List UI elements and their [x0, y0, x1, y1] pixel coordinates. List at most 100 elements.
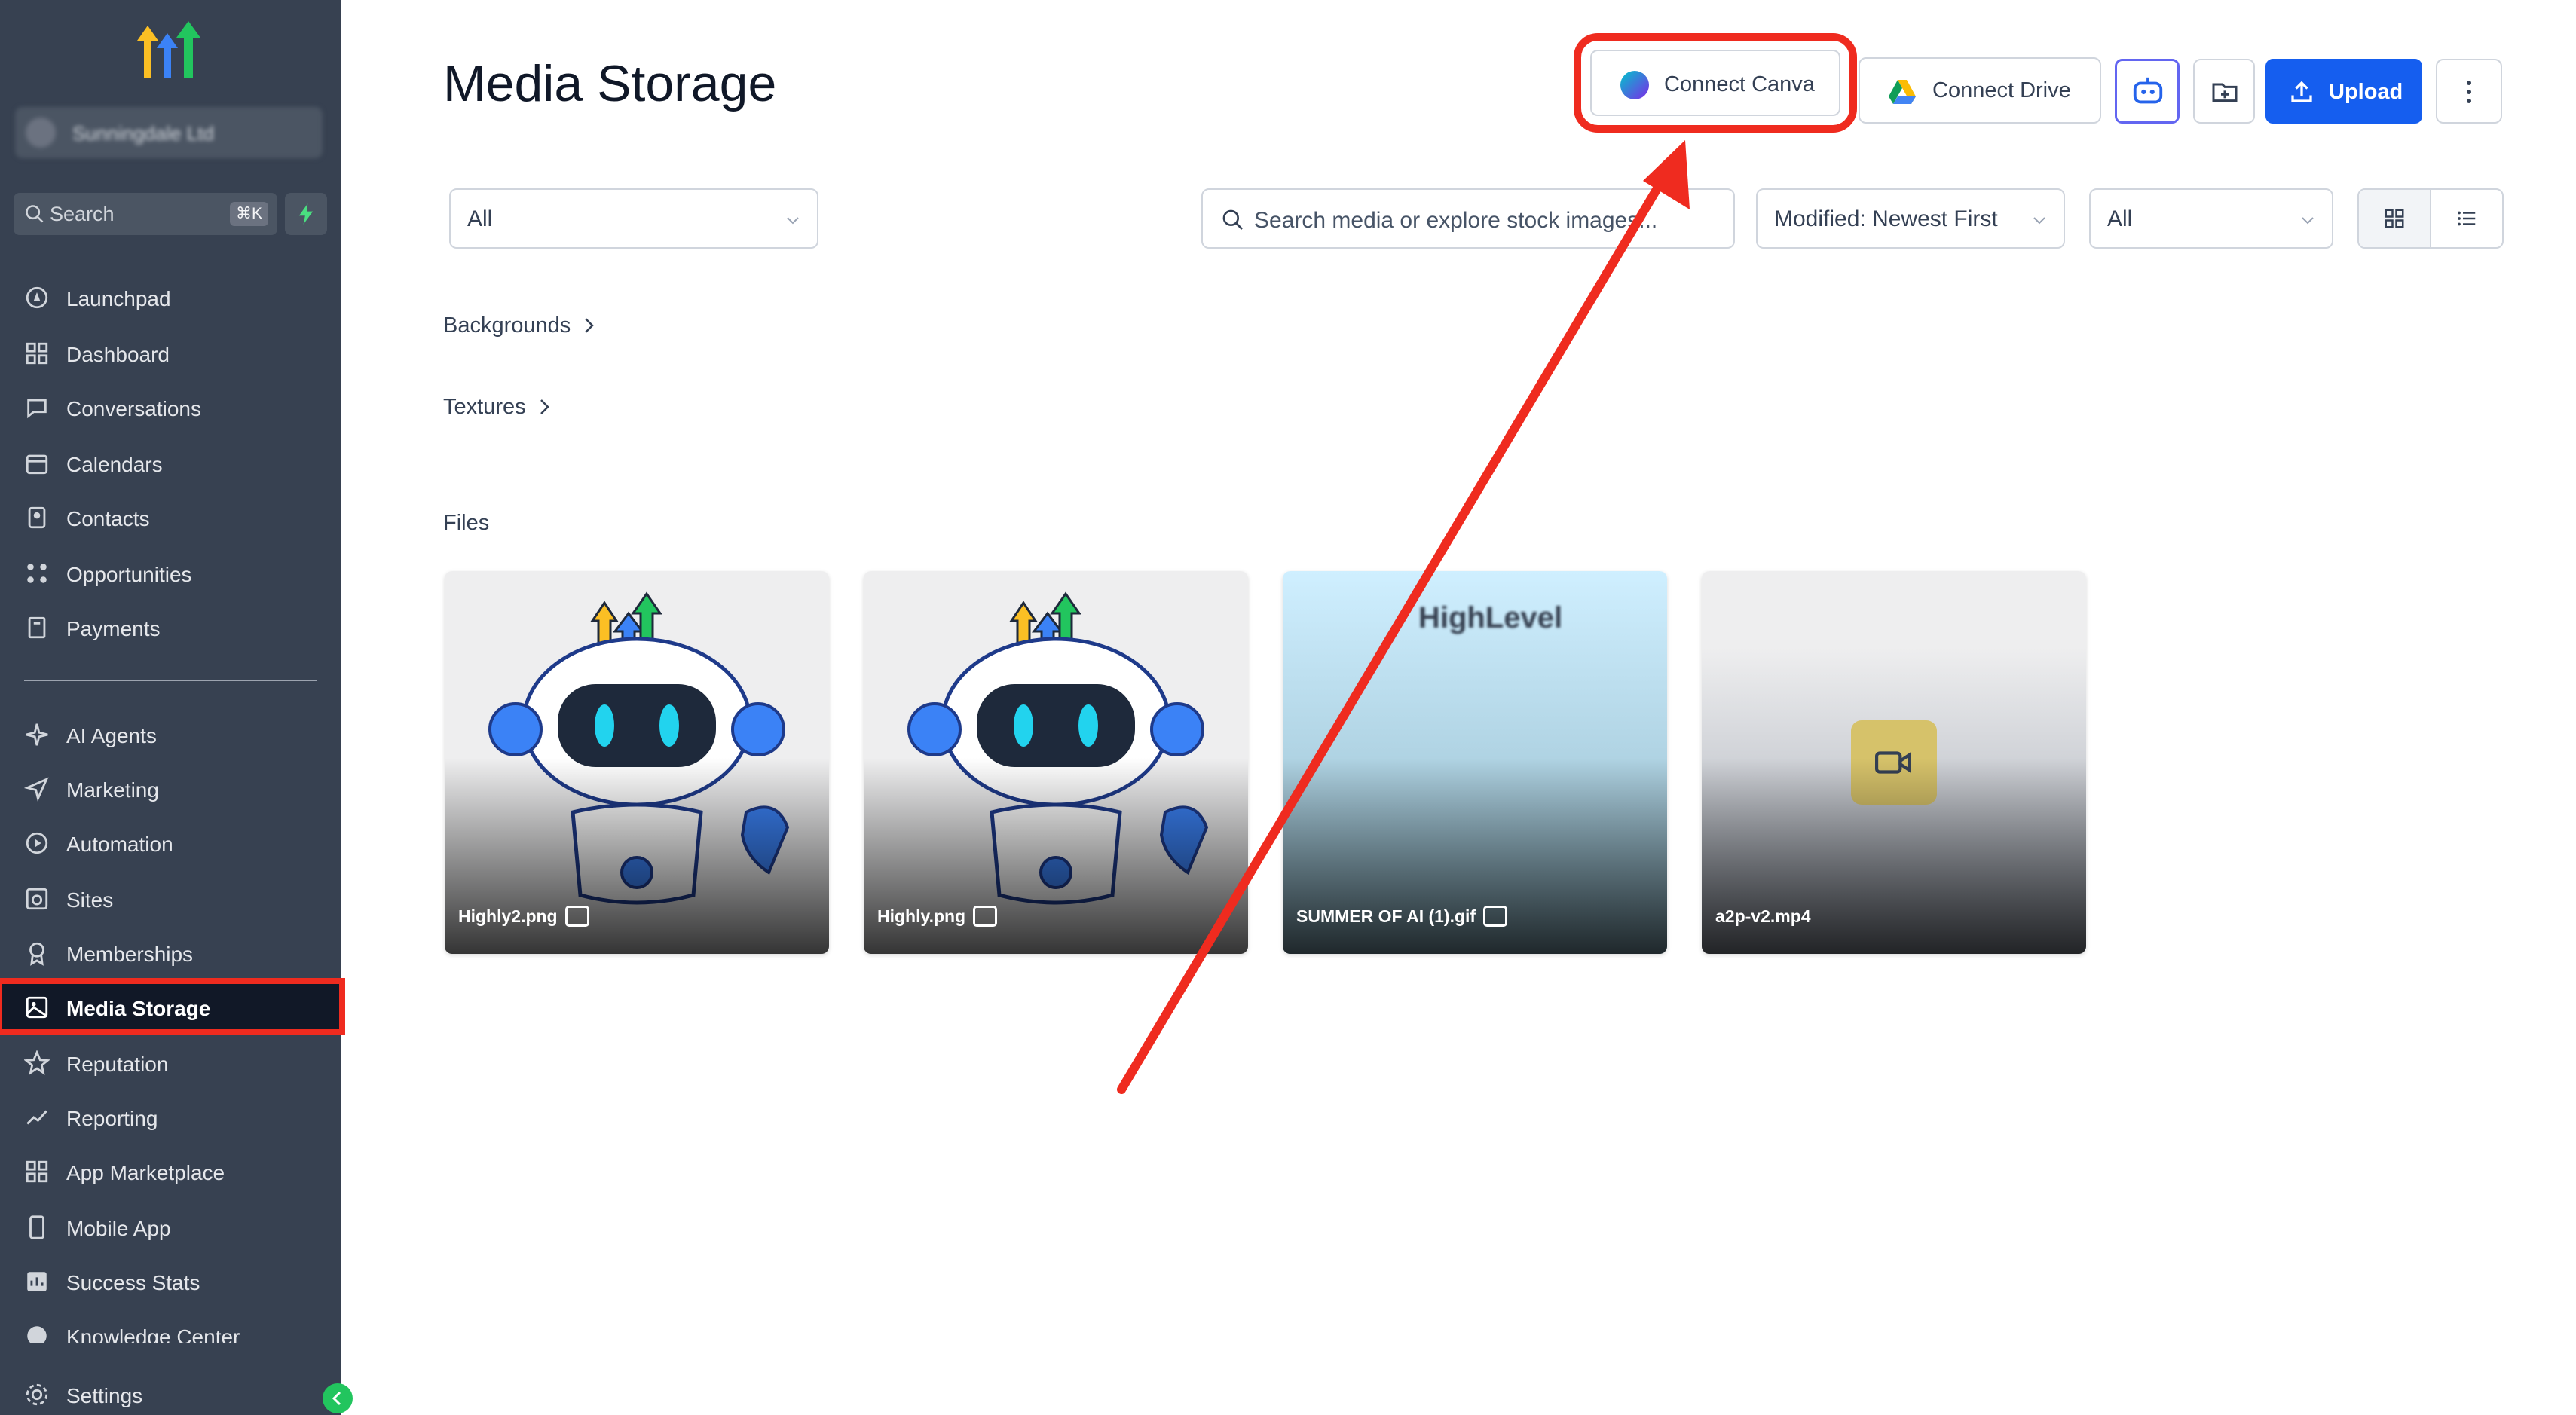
folder-label: Textures	[443, 395, 526, 419]
media-search-input[interactable]: Search media or explore stock images...	[1201, 188, 1735, 249]
kind-filter-value: All	[2107, 206, 2133, 231]
upload-icon	[2291, 81, 2312, 102]
file-card[interactable]: Highly.png	[864, 571, 1248, 954]
sidebar-item-app-marketplace[interactable]: App Marketplace	[0, 1147, 341, 1195]
sidebar-item-settings[interactable]: Settings	[0, 1370, 341, 1415]
sidebar-item-label: Reputation	[66, 1053, 169, 1076]
connect-drive-button[interactable]: Connect Drive	[1859, 57, 2101, 124]
kind-filter-select[interactable]: All	[2089, 188, 2333, 249]
sidebar-item-reputation[interactable]: Reputation	[0, 1038, 341, 1086]
sites-icon	[26, 888, 48, 910]
robot-icon	[2133, 77, 2163, 104]
more-options-button[interactable]	[2436, 59, 2502, 124]
sidebar-item-payments[interactable]: Payments	[0, 603, 341, 651]
sidebar-item-opportunities[interactable]: Opportunities	[0, 549, 341, 597]
gif-preview-text: HighLevel	[1418, 601, 1563, 634]
quick-actions-button[interactable]	[285, 193, 327, 235]
sidebar-item-label: Marketing	[66, 778, 159, 802]
search-icon	[26, 205, 44, 223]
sidebar-item-automation[interactable]: Automation	[0, 818, 341, 866]
sidebar-item-conversations[interactable]: Conversations	[0, 383, 341, 431]
sidebar-item-label: App Marketplace	[66, 1161, 225, 1184]
folder-label: Backgrounds	[443, 313, 571, 338]
search-label: Search	[50, 203, 115, 225]
connect-drive-label: Connect Drive	[1932, 78, 2071, 102]
sidebar-divider	[24, 680, 317, 681]
image-file-icon	[564, 906, 589, 927]
phone-icon	[29, 1215, 44, 1239]
list-icon	[2458, 211, 2476, 226]
files-heading: Files	[443, 511, 490, 535]
opportunities-icon	[27, 564, 47, 583]
file-name: a2p-v2.mp4	[1715, 906, 1811, 926]
file-name: Highly.png	[877, 906, 998, 927]
trend-icon	[26, 1110, 47, 1125]
payments-icon	[28, 616, 46, 639]
sidebar-item-label: Calendars	[66, 453, 163, 476]
file-card[interactable]: HighLevel SUMMER OF AI (1).gif	[1283, 571, 1667, 954]
logo[interactable]	[131, 18, 207, 84]
file-card[interactable]: a2p-v2.mp4	[1702, 571, 2086, 954]
sidebar-item-calendars[interactable]: Calendars	[0, 439, 341, 487]
gif-file-icon	[1483, 906, 1508, 927]
automation-icon	[26, 832, 48, 854]
file-card[interactable]: Highly2.png	[445, 571, 829, 954]
send-icon	[24, 777, 49, 802]
connect-canva-button[interactable]: Connect Canva	[1574, 33, 1857, 133]
chevron-down-icon	[2033, 217, 2045, 225]
search-shortcut: ⌘K	[229, 202, 268, 226]
sidebar-item-launchpad[interactable]: Launchpad	[0, 273, 341, 321]
sidebar-item-label: Opportunities	[66, 563, 192, 586]
sidebar-item-label: Knowledge Center	[66, 1325, 240, 1343]
new-folder-button[interactable]	[2193, 59, 2255, 124]
sidebar-item-label: Settings	[66, 1384, 143, 1407]
sidebar-item-sites[interactable]: Sites	[0, 874, 341, 922]
sidebar-item-label: Payments	[66, 617, 161, 640]
image-file-icon	[973, 906, 998, 927]
file-name: SUMMER OF AI (1).gif	[1296, 906, 1508, 927]
chevron-left-icon	[332, 1391, 341, 1406]
sort-select[interactable]: Modified: Newest First	[1756, 188, 2065, 249]
star-icon	[24, 1050, 50, 1075]
sidebar-item-media-storage[interactable]: Media Storage	[0, 978, 345, 1035]
sidebar-item-mobile-app[interactable]: Mobile App	[0, 1203, 341, 1251]
sidebar-item-ai-agents[interactable]: AI Agents	[0, 710, 341, 758]
sort-value: Modified: Newest First	[1774, 206, 1998, 231]
file-name: Highly2.png	[458, 906, 589, 927]
chevron-right-icon	[585, 318, 595, 333]
canva-icon	[1620, 71, 1649, 99]
collapse-sidebar-button[interactable]	[323, 1383, 353, 1413]
list-view-button[interactable]	[2431, 190, 2502, 247]
sidebar-item-knowledge-center[interactable]: Knowledge Center	[0, 1311, 341, 1343]
folder-textures[interactable]: Textures	[443, 395, 553, 420]
folder-backgrounds[interactable]: Backgrounds	[443, 313, 598, 338]
chevron-down-icon	[787, 217, 799, 225]
grid-view-button[interactable]	[2359, 190, 2431, 247]
image-icon	[26, 996, 48, 1019]
gear-icon	[26, 1383, 48, 1406]
chevron-down-icon	[2302, 217, 2314, 225]
folder-plus-icon	[2212, 83, 2238, 102]
sidebar-item-label: Launchpad	[66, 287, 171, 310]
sidebar-search[interactable]: Search ⌘K	[14, 193, 277, 235]
calendar-icon	[26, 454, 48, 475]
page-title: Media Storage	[443, 55, 777, 112]
award-icon	[29, 942, 44, 966]
info-icon	[27, 1326, 47, 1343]
chevron-right-icon	[540, 399, 549, 414]
ai-assistant-button[interactable]	[2115, 59, 2180, 124]
upload-button[interactable]: Upload	[2265, 59, 2422, 124]
sidebar-item-success-stats[interactable]: Success Stats	[0, 1257, 341, 1305]
stats-icon	[27, 1272, 47, 1291]
sidebar-item-dashboard[interactable]: Dashboard	[0, 329, 341, 377]
sidebar-item-reporting[interactable]: Reporting	[0, 1093, 341, 1141]
type-filter-value: All	[467, 206, 493, 231]
sidebar-item-marketing[interactable]: Marketing	[0, 764, 341, 812]
sidebar-item-label: Dashboard	[66, 343, 170, 366]
sidebar-item-contacts[interactable]: Contacts	[0, 493, 341, 541]
grid-icon	[26, 342, 48, 365]
account-switcher[interactable]: Sunningdale Ltd	[15, 107, 323, 158]
sidebar-item-memberships[interactable]: Memberships	[0, 928, 341, 976]
type-filter-select[interactable]: All	[449, 188, 818, 249]
sidebar-item-label: Media Storage	[66, 997, 211, 1020]
